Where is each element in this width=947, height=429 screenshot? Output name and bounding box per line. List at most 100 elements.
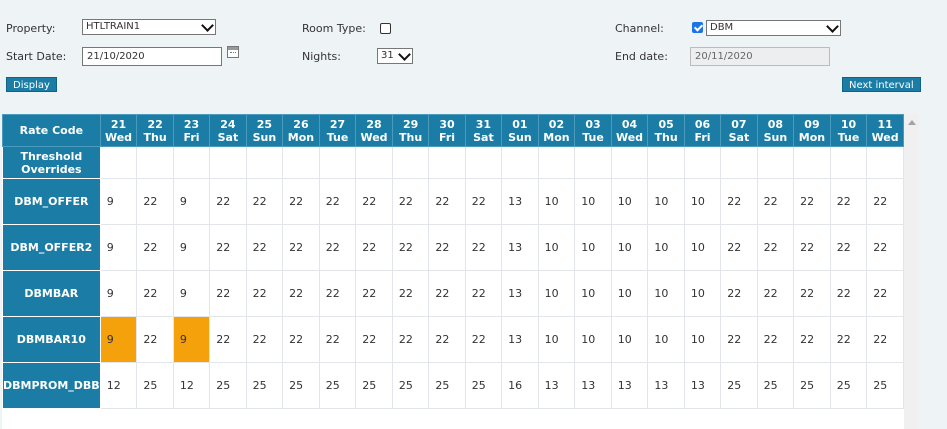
rate-value-cell[interactable]: 25	[829, 362, 868, 409]
rate-value-cell[interactable]: 13	[537, 362, 576, 409]
rate-value-cell[interactable]: 22	[209, 178, 247, 225]
rate-value-cell[interactable]: 22	[428, 224, 466, 271]
threshold-cell[interactable]	[464, 146, 503, 179]
rate-value-cell[interactable]: 10	[647, 224, 685, 271]
channel-select[interactable]: DBM	[706, 20, 841, 36]
rate-value-cell[interactable]: 22	[793, 316, 831, 363]
rate-value-cell[interactable]: 22	[428, 270, 466, 317]
rate-value-cell[interactable]: 22	[866, 178, 904, 225]
rate-value-cell[interactable]: 10	[647, 270, 685, 317]
rate-value-cell[interactable]: 10	[574, 270, 612, 317]
threshold-cell[interactable]	[282, 146, 320, 179]
rate-value-cell[interactable]: 22	[829, 316, 868, 363]
rate-value-cell[interactable]: 10	[574, 178, 612, 225]
rate-value-cell[interactable]: 10	[537, 178, 576, 225]
rate-value-cell[interactable]: 22	[866, 224, 904, 271]
rate-value-cell[interactable]: 22	[756, 270, 795, 317]
threshold-cell[interactable]	[537, 146, 576, 179]
next-interval-button[interactable]: Next interval	[842, 77, 921, 92]
rate-value-cell[interactable]: 9	[172, 316, 211, 363]
rate-value-cell[interactable]: 22	[282, 270, 320, 317]
rate-value-cell[interactable]: 25	[136, 362, 174, 409]
rate-value-cell[interactable]: 22	[209, 270, 247, 317]
rate-value-cell[interactable]: 22	[829, 178, 868, 225]
start-date-input[interactable]: 21/10/2020	[82, 47, 222, 66]
rate-value-cell[interactable]: 22	[318, 270, 357, 317]
rate-value-cell[interactable]: 22	[245, 178, 284, 225]
rate-value-cell[interactable]: 22	[428, 316, 466, 363]
rate-value-cell[interactable]: 22	[318, 316, 357, 363]
grid-scrollbar[interactable]	[904, 114, 919, 429]
rate-value-cell[interactable]: 22	[464, 270, 503, 317]
rate-value-cell[interactable]: 10	[537, 316, 576, 363]
rate-value-cell[interactable]: 25	[391, 362, 430, 409]
rate-value-cell[interactable]: 22	[866, 316, 904, 363]
threshold-cell[interactable]	[683, 146, 722, 179]
threshold-cell[interactable]	[172, 146, 211, 179]
rate-value-cell[interactable]: 22	[793, 178, 831, 225]
threshold-cell[interactable]	[501, 146, 539, 179]
rate-value-cell[interactable]: 22	[355, 224, 393, 271]
threshold-cell[interactable]	[355, 146, 393, 179]
rate-value-cell[interactable]: 22	[355, 270, 393, 317]
rate-value-cell[interactable]: 22	[318, 224, 357, 271]
rate-value-cell[interactable]: 10	[610, 316, 649, 363]
rate-value-cell[interactable]: 10	[683, 316, 722, 363]
rate-value-cell[interactable]: 25	[720, 362, 758, 409]
rate-value-cell[interactable]: 22	[866, 270, 904, 317]
rate-value-cell[interactable]: 22	[136, 224, 174, 271]
rate-value-cell[interactable]: 22	[391, 316, 430, 363]
rate-value-cell[interactable]: 22	[391, 270, 430, 317]
rate-value-cell[interactable]: 10	[647, 316, 685, 363]
rate-value-cell[interactable]: 22	[428, 178, 466, 225]
nights-select[interactable]: 31	[377, 48, 413, 64]
rate-value-cell[interactable]: 22	[136, 178, 174, 225]
rate-value-cell[interactable]: 22	[245, 270, 284, 317]
rate-value-cell[interactable]: 22	[829, 270, 868, 317]
rate-value-cell[interactable]: 13	[574, 362, 612, 409]
display-button[interactable]: Display	[6, 77, 57, 92]
rate-value-cell[interactable]: 25	[793, 362, 831, 409]
threshold-cell[interactable]	[574, 146, 612, 179]
threshold-cell[interactable]	[756, 146, 795, 179]
threshold-cell[interactable]	[136, 146, 174, 179]
rate-value-cell[interactable]: 25	[428, 362, 466, 409]
rate-value-cell[interactable]: 22	[209, 224, 247, 271]
rate-value-cell[interactable]: 22	[355, 178, 393, 225]
rate-value-cell[interactable]: 22	[245, 224, 284, 271]
rate-value-cell[interactable]: 9	[99, 316, 138, 363]
calendar-icon[interactable]	[227, 46, 239, 58]
rate-value-cell[interactable]: 13	[501, 270, 539, 317]
rate-value-cell[interactable]: 22	[793, 270, 831, 317]
rate-value-cell[interactable]: 13	[647, 362, 685, 409]
rate-value-cell[interactable]: 25	[756, 362, 795, 409]
rate-value-cell[interactable]: 22	[793, 224, 831, 271]
rate-value-cell[interactable]: 25	[318, 362, 357, 409]
rate-value-cell[interactable]: 10	[610, 270, 649, 317]
threshold-cell[interactable]	[793, 146, 831, 179]
rate-value-cell[interactable]: 10	[683, 224, 722, 271]
rate-value-cell[interactable]: 10	[683, 270, 722, 317]
rate-value-cell[interactable]: 13	[501, 178, 539, 225]
rate-value-cell[interactable]: 22	[720, 270, 758, 317]
rate-value-cell[interactable]: 22	[464, 316, 503, 363]
rate-value-cell[interactable]: 10	[647, 178, 685, 225]
rate-value-cell[interactable]: 10	[683, 178, 722, 225]
rate-value-cell[interactable]: 22	[391, 224, 430, 271]
channel-checkbox[interactable]	[692, 22, 703, 33]
rate-value-cell[interactable]: 22	[318, 178, 357, 225]
rate-value-cell[interactable]: 22	[391, 178, 430, 225]
rate-value-cell[interactable]: 9	[99, 178, 138, 225]
rate-value-cell[interactable]: 22	[829, 224, 868, 271]
rate-value-cell[interactable]: 10	[574, 316, 612, 363]
threshold-cell[interactable]	[245, 146, 284, 179]
rate-value-cell[interactable]: 25	[245, 362, 284, 409]
rate-value-cell[interactable]: 22	[756, 178, 795, 225]
threshold-cell[interactable]	[720, 146, 758, 179]
rate-value-cell[interactable]: 22	[464, 178, 503, 225]
threshold-cell[interactable]	[209, 146, 247, 179]
rate-value-cell[interactable]: 9	[172, 224, 211, 271]
rate-value-cell[interactable]: 22	[720, 316, 758, 363]
scroll-up-arrow-icon[interactable]	[908, 120, 916, 125]
rate-value-cell[interactable]: 9	[172, 178, 211, 225]
